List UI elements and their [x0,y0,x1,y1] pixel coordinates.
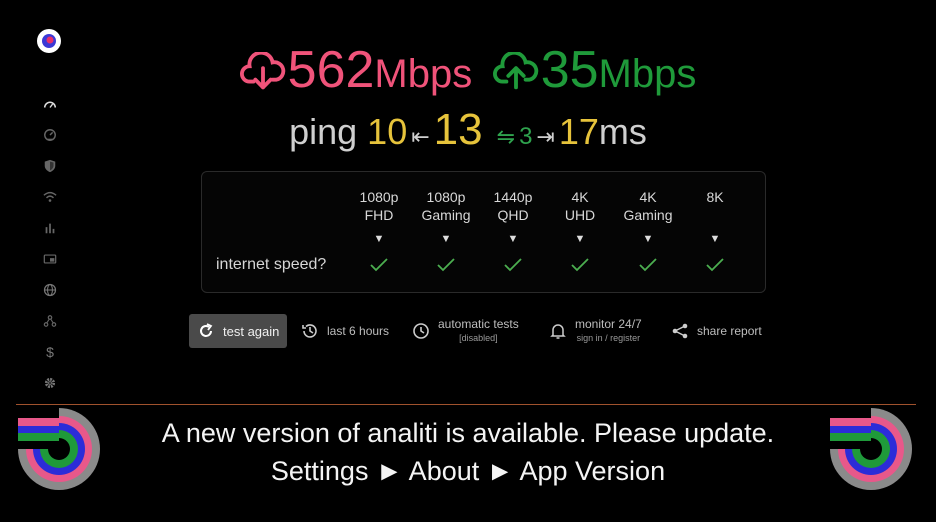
monitor-text: monitor 24/7 sign in / register [575,317,642,345]
ping-label: ping [289,111,358,152]
monitor-sublabel: sign in / register [576,333,641,343]
column-line1: 8K [706,189,724,205]
upload-speed: 35 Mbps [492,40,697,104]
upload-value: 35 [540,41,599,99]
column-line1: 1440p [493,189,533,205]
ping-low: 10 [367,111,408,152]
globe-icon[interactable] [40,280,60,300]
network-icon[interactable] [40,311,60,331]
triangle-down-icon: ▼ [507,233,519,245]
check-icon [344,258,414,280]
jitter-icon: ⇋ [496,124,516,149]
check-icon [411,258,481,280]
update-path: Settings ► About ► App Version [270,456,666,486]
bar-chart-icon[interactable] [40,218,60,238]
dollar-icon[interactable]: $ [40,342,60,362]
test-again-label: test again [223,323,280,339]
share-icon [672,323,688,339]
ping-median: 13 [433,105,483,154]
monitor-button[interactable]: monitor 24/7 sign in / register [549,314,642,348]
automatic-tests-text: automatic tests [disabled] [438,317,519,345]
quality-column: 1080p Gaming ▼ [411,188,481,280]
triangle-down-icon: ▼ [373,233,385,245]
internet-speed-label: internet speed? [216,256,327,273]
check-icon [613,258,683,280]
history-icon [302,324,317,338]
last-hours-button[interactable]: last 6 hours [301,314,389,348]
share-report-button[interactable]: share report [671,314,762,348]
check-icon [478,258,548,280]
column-line2: UHD [564,207,596,223]
ping-high: 17 [558,111,599,152]
streaming-quality-table: 1080p FHD ▼ 1080p Gaming ▼ 1440p QHD ▼ 4… [201,171,766,293]
ping-jitter: 3 [519,123,533,150]
download-speed: 562 Mbps [239,40,473,104]
column-line1: 4K [639,189,657,205]
check-icon [680,258,750,280]
triangle-down-icon: ▼ [709,233,721,245]
download-unit: Mbps [374,52,473,96]
test-again-button[interactable]: test again [189,314,288,348]
bell-icon [550,324,566,339]
quality-column: 8K ▼ [680,188,750,280]
speed-results: 562 Mbps 35 Mbps [0,40,936,104]
automatic-tests-status: [disabled] [459,333,498,343]
upload-icon [492,52,538,90]
upload-unit: Mbps [598,52,697,96]
quality-column: 4K Gaming ▼ [613,188,683,280]
quality-column: 4K UHD ▼ [545,188,615,280]
video-icon[interactable] [40,249,60,269]
clock-icon [413,323,429,339]
triangle-down-icon: ▼ [642,233,654,245]
check-icon [545,258,615,280]
monitor-label: monitor 24/7 [575,317,642,331]
ping-unit: ms [598,111,647,152]
quality-column: 1080p FHD ▼ [344,188,414,280]
automatic-tests-label: automatic tests [438,317,519,331]
ping-results: ping 10 ⇤13 ⇋ 3 ⇥ 17ms [0,105,936,155]
triangle-down-icon: ▼ [440,233,452,245]
quality-column: 1440p QHD ▼ [478,188,548,280]
action-bar: test again last 6 hours automatic tests … [189,314,789,348]
triangle-down-icon: ▼ [574,233,586,245]
column-line2: Gaming [421,207,471,223]
download-icon [239,52,285,90]
last-hours-label: last 6 hours [327,324,390,338]
download-value: 562 [287,41,375,99]
banner-divider [16,404,916,405]
share-report-label: share report [697,324,762,338]
refresh-icon [200,323,213,337]
column-line1: 1080p [359,189,399,205]
update-banner: A new version of analiti is available. P… [0,414,936,490]
automatic-tests-button[interactable]: automatic tests [disabled] [412,314,519,348]
wifi-icon[interactable] [40,187,60,207]
column-line2 [680,206,750,224]
left-arrow-icon: ⇤ [411,124,430,149]
update-message: A new version of analiti is available. P… [161,418,775,448]
gear-icon[interactable] [40,373,60,393]
column-line1: 4K [571,189,589,205]
column-line1: 1080p [426,189,466,205]
shield-icon[interactable] [40,156,60,176]
column-line2: Gaming [623,207,673,223]
column-line2: QHD [497,207,529,223]
right-arrow-icon: ⇥ [536,124,555,149]
column-line2: FHD [364,207,394,223]
